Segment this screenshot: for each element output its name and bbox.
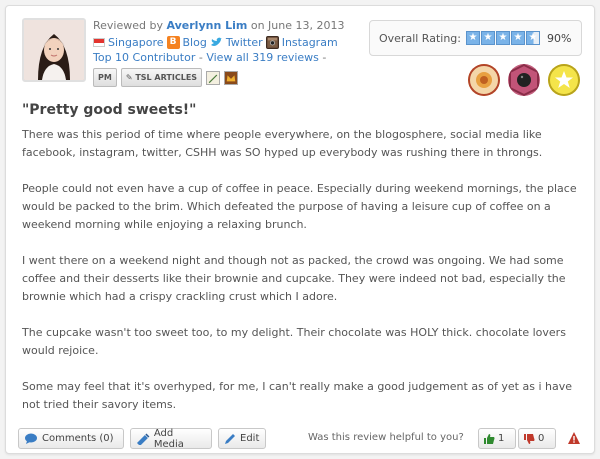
reviewer-meta: Reviewed by Averlynn Lim on June 13, 201… — [93, 18, 363, 87]
avatar[interactable] — [22, 18, 86, 82]
instagram-icon[interactable] — [265, 36, 279, 49]
twitter-icon[interactable] — [209, 36, 223, 49]
reviewer-line: Reviewed by Averlynn Lim on June 13, 201… — [93, 18, 363, 33]
review-title: "Pretty good sweets!" — [22, 102, 197, 118]
add-media-label: Add Media — [153, 427, 184, 450]
blog-link[interactable]: Blog — [183, 35, 207, 50]
tsl-articles-button[interactable]: ✎ TSL ARTICLES — [120, 68, 203, 87]
review-card: Reviewed by Averlynn Lim on June 13, 201… — [5, 5, 595, 454]
helpful-question: Was this review helpful to you? — [308, 432, 464, 443]
reviewer-links: Singapore B Blog Twitter Instagram — [93, 35, 363, 50]
half-star-icon: ★ — [525, 31, 540, 45]
review-paragraph: There was this period of time where peop… — [22, 128, 543, 159]
edit-label: Edit — [240, 433, 260, 444]
overall-rating-label: Overall Rating: — [379, 31, 461, 45]
top-contributor-link[interactable]: Top 10 Contributor — [93, 51, 195, 64]
review-date: on June 13, 2013 — [250, 19, 345, 32]
lion-badge-icon[interactable] — [468, 64, 500, 96]
blog-icon[interactable]: B — [166, 36, 180, 49]
star-badge-icon[interactable] — [548, 64, 580, 96]
reviewed-by-text: Reviewed by — [93, 19, 163, 32]
rating-percent: 90% — [546, 31, 572, 45]
separator-text: - — [198, 51, 203, 64]
review-body: There was this period of time where peop… — [22, 126, 584, 432]
helpful-yes-button[interactable]: 1 — [478, 428, 516, 449]
crown-badge-icon[interactable] — [224, 70, 239, 85]
report-warning-icon[interactable] — [567, 431, 581, 445]
location-text: Singapore — [108, 36, 164, 49]
helpful-no-count: 0 — [538, 433, 545, 444]
achievement-badges — [468, 64, 580, 96]
review-paragraph: Some may feel that it's overhyped, for m… — [22, 380, 572, 411]
rating-stars: ★ ★ ★ ★ ★ — [465, 31, 540, 45]
star-icon: ★ — [510, 31, 525, 45]
review-footer: Comments (0) Add Media Edit Was this rev… — [18, 428, 588, 450]
helpful-no-button[interactable]: 0 — [518, 428, 556, 449]
pencil-icon — [225, 433, 235, 444]
helpful-yes-count: 1 — [498, 433, 505, 444]
comments-label: Comments (0) — [42, 433, 114, 444]
star-icon: ★ — [480, 31, 495, 45]
writer-badge-icon[interactable] — [206, 70, 221, 85]
thumbs-up-icon — [484, 433, 495, 444]
add-media-button[interactable]: Add Media — [130, 427, 212, 450]
review-paragraph: The cupcake wasn't too sweet too, to my … — [22, 326, 566, 357]
instagram-link[interactable]: Instagram — [282, 35, 338, 50]
view-all-reviews-link[interactable]: View all 319 reviews — [206, 51, 319, 64]
review-paragraph: I went there on a weekend night and thou… — [22, 254, 566, 303]
edit-button[interactable]: Edit — [218, 428, 266, 449]
reviewer-actions: PM ✎ TSL ARTICLES — [93, 68, 363, 87]
bowling-badge-icon[interactable] — [508, 64, 540, 96]
reviewer-name-link[interactable]: Averlynn Lim — [167, 19, 248, 32]
overall-rating: Overall Rating: ★ ★ ★ ★ ★ 90% — [369, 20, 582, 56]
pencil-icon: ✎ — [125, 73, 133, 82]
review-paragraph: People could not even have a cup of coff… — [22, 182, 577, 231]
add-media-icon — [136, 433, 150, 445]
avatar-photo — [24, 20, 84, 80]
tsl-articles-label: TSL ARTICLES — [135, 73, 198, 82]
twitter-link[interactable]: Twitter — [226, 35, 263, 50]
separator-text-2: - — [322, 51, 327, 64]
singapore-flag-icon — [93, 38, 105, 47]
star-icon: ★ — [495, 31, 510, 45]
comments-button[interactable]: Comments (0) — [18, 428, 124, 449]
contributor-line: Top 10 Contributor - View all 319 review… — [93, 50, 363, 65]
pm-button[interactable]: PM — [93, 68, 117, 87]
thumbs-down-icon — [524, 433, 535, 444]
comment-icon — [25, 433, 37, 444]
star-icon: ★ — [465, 31, 480, 45]
